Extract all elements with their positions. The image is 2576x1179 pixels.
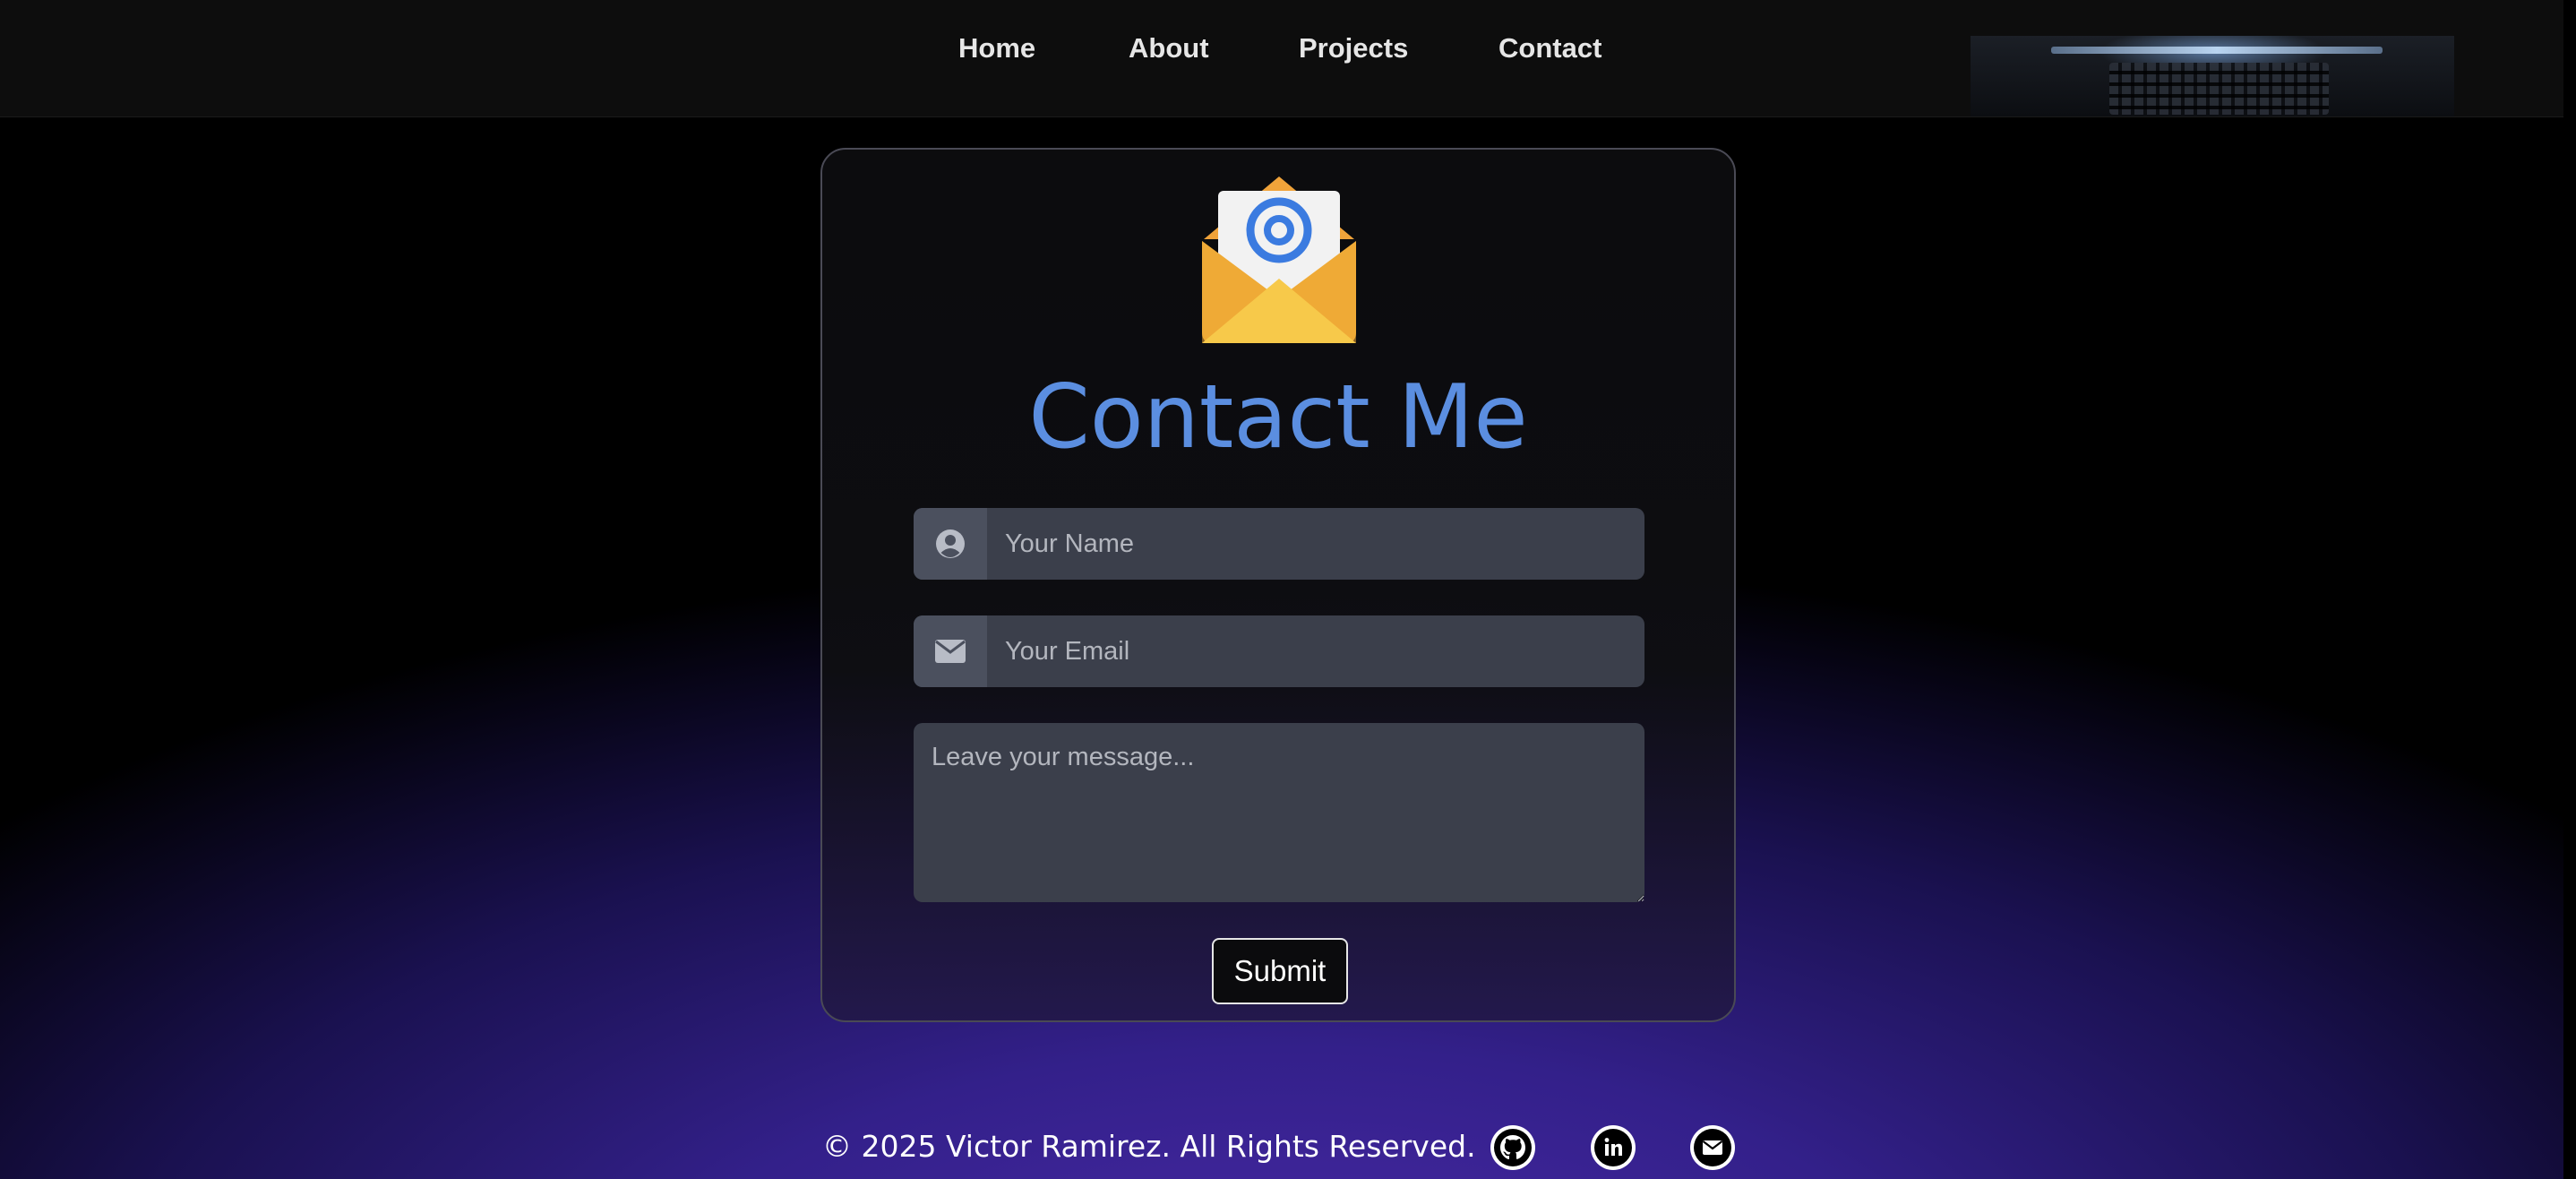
name-input[interactable]: [987, 508, 1644, 580]
nav-link-contact[interactable]: Contact: [1498, 32, 1601, 65]
contact-title: Contact Me: [1028, 366, 1528, 469]
envelope-icon: [914, 615, 987, 687]
submit-button[interactable]: Submit: [1212, 938, 1348, 1004]
nav-link-about[interactable]: About: [1129, 32, 1209, 65]
message-textarea[interactable]: [914, 723, 1644, 902]
github-icon[interactable]: [1490, 1125, 1535, 1170]
laptop-keyboard: [2109, 63, 2329, 115]
footer-copyright: © 2025 Victor Ramirez. All Rights Reserv…: [822, 1129, 1476, 1164]
nav-link-projects[interactable]: Projects: [1299, 32, 1408, 65]
contact-card: Contact Me Submit: [820, 148, 1736, 1022]
navbar: Home About Projects Contact: [0, 0, 2576, 117]
nav-link-home[interactable]: Home: [958, 32, 1035, 65]
name-field-group: [914, 508, 1644, 580]
laptop-lid: [2051, 47, 2383, 54]
email-input[interactable]: [987, 615, 1644, 687]
envelope-at-icon: [1202, 176, 1356, 343]
email-field-group: [914, 615, 1644, 687]
linkedin-icon[interactable]: [1591, 1125, 1636, 1170]
mail-icon[interactable]: [1690, 1125, 1735, 1170]
user-circle-icon: [914, 508, 987, 580]
window-edge: [2563, 0, 2576, 1179]
header-laptop-image: [1971, 36, 2454, 116]
page: Home About Projects Contact Contact Me Y…: [0, 0, 2576, 1179]
